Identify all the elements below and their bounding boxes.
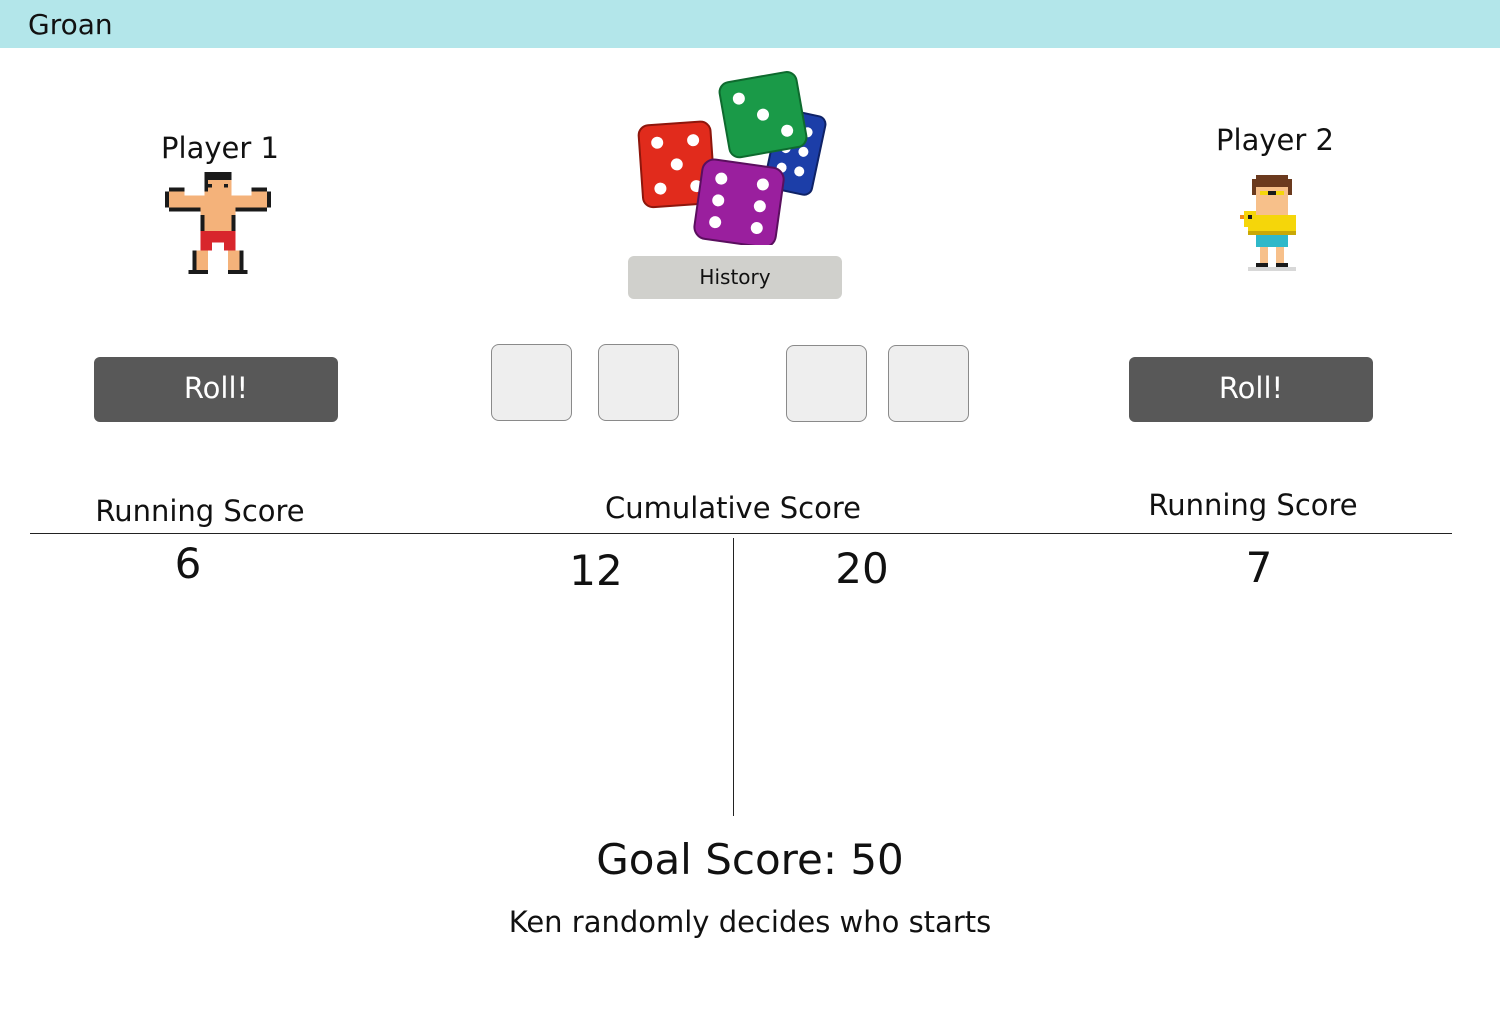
player-1-name: Player 1 bbox=[161, 131, 279, 165]
swimmer-duck-float-pixel-icon bbox=[1240, 175, 1296, 271]
history-button[interactable]: History bbox=[628, 256, 842, 299]
muscle-man-pixel-icon bbox=[165, 172, 271, 275]
player-1-die-2 bbox=[598, 344, 679, 421]
player-1-running-score: 6 bbox=[174, 539, 202, 588]
cumulative-score-divider bbox=[733, 538, 734, 816]
player-1-running-score-label: Running Score bbox=[95, 494, 305, 528]
player-2-name: Player 2 bbox=[1216, 123, 1334, 157]
score-table-divider bbox=[30, 533, 1452, 534]
player-1-die-1 bbox=[491, 344, 572, 421]
player-1-avatar bbox=[164, 172, 272, 278]
app-title: Groan bbox=[28, 8, 113, 41]
player-1-roll-button[interactable]: Roll! bbox=[94, 357, 338, 422]
dice-pile-logo bbox=[630, 70, 840, 249]
player-1-cumulative-score: 12 bbox=[569, 546, 623, 595]
dice-pile-icon bbox=[637, 71, 827, 249]
cumulative-score-label: Cumulative Score bbox=[605, 491, 861, 525]
player-2-avatar bbox=[1240, 175, 1304, 275]
goal-score: Goal Score: 50 bbox=[596, 835, 904, 884]
player-2-roll-button[interactable]: Roll! bbox=[1129, 357, 1373, 422]
status-message: Ken randomly decides who starts bbox=[508, 905, 992, 939]
player-2-die-1 bbox=[786, 345, 867, 422]
player-2-cumulative-score: 20 bbox=[835, 544, 889, 593]
player-2-running-score-label: Running Score bbox=[1148, 488, 1358, 522]
title-bar: Groan bbox=[0, 0, 1500, 48]
player-2-die-2 bbox=[888, 345, 969, 422]
player-2-running-score: 7 bbox=[1245, 543, 1273, 592]
